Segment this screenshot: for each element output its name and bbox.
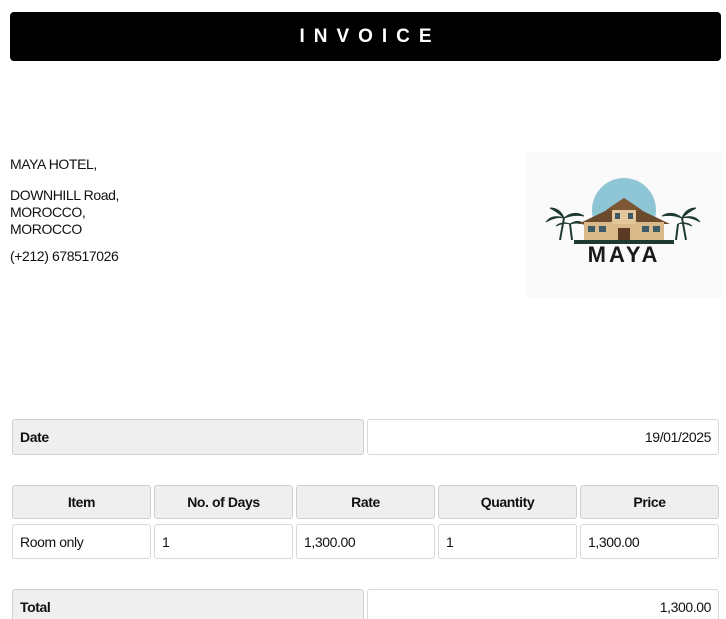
logo-wordmark: MAYA <box>588 242 661 267</box>
column-header-quantity: Quantity <box>438 485 577 519</box>
invoice-title-bar: INVOICE <box>10 12 721 61</box>
hotel-name: MAYA HOTEL, <box>10 156 97 172</box>
total-value: 1,300.00 <box>367 589 719 619</box>
table-cell-item: Room only <box>12 524 151 559</box>
hotel-address-block: MAYA HOTEL, DOWNHILL Road, MOROCCO, MORO… <box>10 156 119 265</box>
date-label: Date <box>12 419 364 455</box>
date-value: 19/01/2025 <box>367 419 719 455</box>
address-line-2: MOROCCO, <box>10 204 86 220</box>
hotel-building-icon <box>574 198 674 244</box>
column-header-price: Price <box>580 485 719 519</box>
table-cell-price: 1,300.00 <box>580 524 719 559</box>
column-header-item: Item <box>12 485 151 519</box>
hotel-phone: (+212) 678517026 <box>10 248 119 264</box>
invoice-title: INVOICE <box>299 25 441 47</box>
table-cell-rate: 1,300.00 <box>296 524 435 559</box>
column-header-rate: Rate <box>296 485 435 519</box>
column-header-days: No. of Days <box>154 485 293 519</box>
total-label: Total <box>12 589 364 619</box>
hotel-logo: MAYA <box>526 152 722 298</box>
address-line-3: MOROCCO <box>10 221 82 237</box>
invoice-page: INVOICE MAYA HOTEL, DOWNHILL Road, MOROC… <box>0 0 726 619</box>
table-cell-days: 1 <box>154 524 293 559</box>
address-line-1: DOWNHILL Road, <box>10 187 120 203</box>
table-cell-quantity: 1 <box>438 524 577 559</box>
